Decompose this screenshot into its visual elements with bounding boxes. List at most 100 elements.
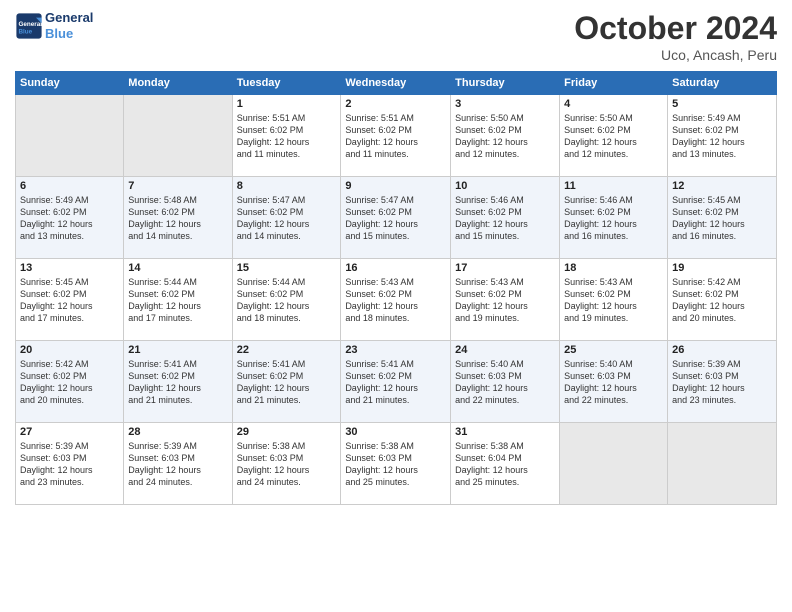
day-number: 22 (237, 344, 337, 356)
day-cell: 7 Sunrise: 5:48 AMSunset: 6:02 PMDaylight… (124, 177, 232, 259)
day-number: 3 (455, 98, 555, 110)
day-cell: 25 Sunrise: 5:40 AMSunset: 6:03 PMDayligh… (560, 341, 668, 423)
header: General Blue General Blue October 2024 U… (15, 10, 777, 63)
day-detail: Sunrise: 5:46 AMSunset: 6:02 PMDaylight:… (564, 194, 663, 243)
day-number: 25 (564, 344, 663, 356)
day-number: 4 (564, 98, 663, 110)
day-number: 9 (345, 180, 446, 192)
day-cell: 26 Sunrise: 5:39 AMSunset: 6:03 PMDayligh… (668, 341, 777, 423)
day-detail: Sunrise: 5:41 AMSunset: 6:02 PMDaylight:… (345, 358, 446, 407)
calendar-header-row: SundayMondayTuesdayWednesdayThursdayFrid… (16, 72, 777, 95)
day-detail: Sunrise: 5:42 AMSunset: 6:02 PMDaylight:… (672, 276, 772, 325)
day-cell: 5Sunrise: 5:49 AMSunset: 6:02 PMDaylight… (668, 95, 777, 177)
week-row-3: 20 Sunrise: 5:42 AMSunset: 6:02 PMDayligh… (16, 341, 777, 423)
day-detail: Sunrise: 5:51 AMSunset: 6:02 PMDaylight:… (237, 112, 337, 161)
day-number: 29 (237, 426, 337, 438)
calendar-table: SundayMondayTuesdayWednesdayThursdayFrid… (15, 71, 777, 505)
day-cell: 17Sunrise: 5:43 AMSunset: 6:02 PMDayligh… (451, 259, 560, 341)
day-cell: 23 Sunrise: 5:41 AMSunset: 6:02 PMDayligh… (341, 341, 451, 423)
day-number: 26 (672, 344, 772, 356)
header-thursday: Thursday (451, 72, 560, 95)
header-wednesday: Wednesday (341, 72, 451, 95)
day-detail: Sunrise: 5:46 AMSunset: 6:02 PMDaylight:… (455, 194, 555, 243)
page: General Blue General Blue October 2024 U… (0, 0, 792, 612)
day-cell: 2Sunrise: 5:51 AMSunset: 6:02 PMDaylight… (341, 95, 451, 177)
day-cell: 3 Sunrise: 5:50 AMSunset: 6:02 PMDaylight… (451, 95, 560, 177)
day-detail: Sunrise: 5:50 AMSunset: 6:02 PMDaylight:… (564, 112, 663, 161)
day-number: 14 (128, 262, 227, 274)
day-cell: 20 Sunrise: 5:42 AMSunset: 6:02 PMDayligh… (16, 341, 124, 423)
logo: General Blue General Blue (15, 10, 93, 41)
day-detail: Sunrise: 5:41 AMSunset: 6:02 PMDaylight:… (128, 358, 227, 407)
day-cell: 28 Sunrise: 5:39 AMSunset: 6:03 PMDayligh… (124, 423, 232, 505)
header-tuesday: Tuesday (232, 72, 341, 95)
day-detail: Sunrise: 5:50 AMSunset: 6:02 PMDaylight:… (455, 112, 555, 161)
day-detail: Sunrise: 5:39 AMSunset: 6:03 PMDaylight:… (672, 358, 772, 407)
day-detail: Sunrise: 5:39 AMSunset: 6:03 PMDaylight:… (128, 440, 227, 489)
week-row-2: 13 Sunrise: 5:45 AMSunset: 6:02 PMDayligh… (16, 259, 777, 341)
day-detail: Sunrise: 5:42 AMSunset: 6:02 PMDaylight:… (20, 358, 119, 407)
day-cell: 21 Sunrise: 5:41 AMSunset: 6:02 PMDayligh… (124, 341, 232, 423)
day-cell: 8Sunrise: 5:47 AMSunset: 6:02 PMDaylight… (232, 177, 341, 259)
day-detail: Sunrise: 5:38 AMSunset: 6:04 PMDaylight:… (455, 440, 555, 489)
day-cell (16, 95, 124, 177)
day-cell: 12 Sunrise: 5:45 AMSunset: 6:02 PMDayligh… (668, 177, 777, 259)
day-cell: 18 Sunrise: 5:43 AMSunset: 6:02 PMDayligh… (560, 259, 668, 341)
day-detail: Sunrise: 5:45 AMSunset: 6:02 PMDaylight:… (672, 194, 772, 243)
day-detail: Sunrise: 5:48 AMSunset: 6:02 PMDaylight:… (128, 194, 227, 243)
day-number: 31 (455, 426, 555, 438)
day-number: 7 (128, 180, 227, 192)
day-cell: 16Sunrise: 5:43 AMSunset: 6:02 PMDayligh… (341, 259, 451, 341)
day-detail: Sunrise: 5:44 AMSunset: 6:02 PMDaylight:… (128, 276, 227, 325)
day-detail: Sunrise: 5:49 AMSunset: 6:02 PMDaylight:… (20, 194, 119, 243)
day-number: 18 (564, 262, 663, 274)
day-number: 16 (345, 262, 446, 274)
day-cell: 10 Sunrise: 5:46 AMSunset: 6:02 PMDayligh… (451, 177, 560, 259)
day-detail: Sunrise: 5:38 AMSunset: 6:03 PMDaylight:… (237, 440, 337, 489)
day-cell: 14 Sunrise: 5:44 AMSunset: 6:02 PMDayligh… (124, 259, 232, 341)
svg-text:General: General (19, 21, 43, 28)
month-title: October 2024 (574, 10, 777, 47)
day-cell: 22 Sunrise: 5:41 AMSunset: 6:02 PMDayligh… (232, 341, 341, 423)
day-number: 23 (345, 344, 446, 356)
day-number: 21 (128, 344, 227, 356)
header-friday: Friday (560, 72, 668, 95)
day-detail: Sunrise: 5:45 AMSunset: 6:02 PMDaylight:… (20, 276, 119, 325)
day-detail: Sunrise: 5:40 AMSunset: 6:03 PMDaylight:… (564, 358, 663, 407)
day-detail: Sunrise: 5:51 AMSunset: 6:02 PMDaylight:… (345, 112, 446, 161)
header-sunday: Sunday (16, 72, 124, 95)
day-number: 28 (128, 426, 227, 438)
day-cell: 29 Sunrise: 5:38 AMSunset: 6:03 PMDayligh… (232, 423, 341, 505)
day-cell: 6Sunrise: 5:49 AMSunset: 6:02 PMDaylight… (16, 177, 124, 259)
svg-text:Blue: Blue (19, 28, 33, 35)
header-saturday: Saturday (668, 72, 777, 95)
day-number: 30 (345, 426, 446, 438)
day-cell: 19 Sunrise: 5:42 AMSunset: 6:02 PMDayligh… (668, 259, 777, 341)
day-cell: 11 Sunrise: 5:46 AMSunset: 6:02 PMDayligh… (560, 177, 668, 259)
day-number: 20 (20, 344, 119, 356)
day-number: 5 (672, 98, 772, 110)
header-monday: Monday (124, 72, 232, 95)
day-number: 1 (237, 98, 337, 110)
day-number: 8 (237, 180, 337, 192)
day-cell (560, 423, 668, 505)
day-cell: 31 Sunrise: 5:38 AMSunset: 6:04 PMDayligh… (451, 423, 560, 505)
day-detail: Sunrise: 5:43 AMSunset: 6:02 PMDaylight:… (564, 276, 663, 325)
day-number: 10 (455, 180, 555, 192)
logo-icon: General Blue (15, 12, 43, 40)
day-detail: Sunrise: 5:44 AMSunset: 6:02 PMDaylight:… (237, 276, 337, 325)
day-number: 27 (20, 426, 119, 438)
day-detail: Sunrise: 5:47 AMSunset: 6:02 PMDaylight:… (345, 194, 446, 243)
day-number: 11 (564, 180, 663, 192)
day-cell: 4 Sunrise: 5:50 AMSunset: 6:02 PMDaylight… (560, 95, 668, 177)
day-cell: 1 Sunrise: 5:51 AMSunset: 6:02 PMDaylight… (232, 95, 341, 177)
day-cell (668, 423, 777, 505)
day-detail: Sunrise: 5:41 AMSunset: 6:02 PMDaylight:… (237, 358, 337, 407)
day-cell: 9 Sunrise: 5:47 AMSunset: 6:02 PMDaylight… (341, 177, 451, 259)
day-number: 19 (672, 262, 772, 274)
day-number: 13 (20, 262, 119, 274)
day-number: 12 (672, 180, 772, 192)
day-number: 17 (455, 262, 555, 274)
day-number: 24 (455, 344, 555, 356)
day-cell: 24Sunrise: 5:40 AMSunset: 6:03 PMDayligh… (451, 341, 560, 423)
